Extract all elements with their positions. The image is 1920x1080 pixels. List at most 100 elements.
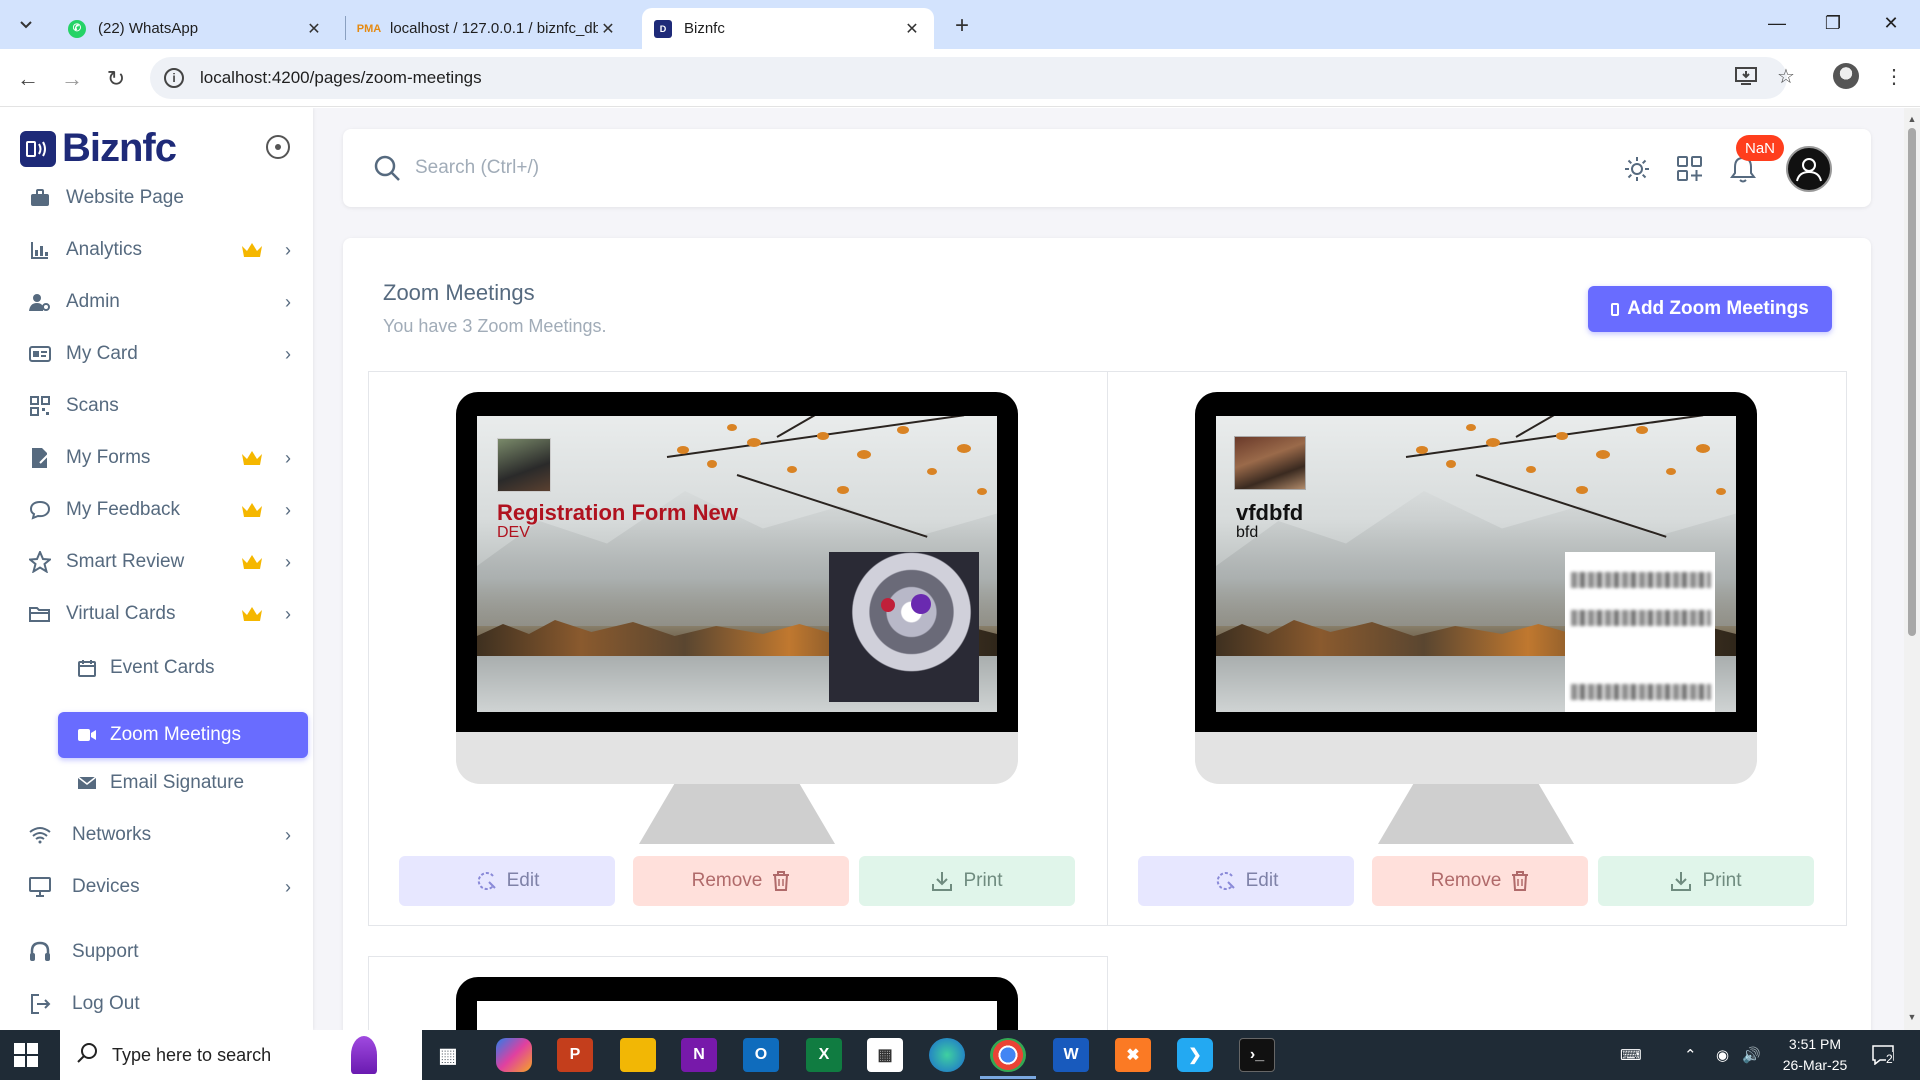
reload-icon: ↻ [106, 66, 126, 91]
sidebar-item-analytics[interactable]: Analytics › [28, 228, 298, 272]
sidebar-item-support[interactable]: Support [28, 930, 298, 974]
remove-button[interactable]: Remove [633, 856, 849, 906]
copilot-icon[interactable] [496, 1038, 532, 1072]
kebab-menu-icon[interactable]: ⋮ [1880, 62, 1908, 90]
sidebar-item-my-feedback[interactable]: My Feedback › [28, 488, 298, 532]
outlook-icon[interactable]: O [743, 1038, 779, 1072]
download-icon [931, 870, 953, 892]
keyboard-icon[interactable]: ⌨ [1620, 1030, 1642, 1080]
edit-button[interactable]: Edit [1138, 856, 1354, 906]
sidebar-item-networks[interactable]: Networks › [28, 813, 298, 857]
user-icon [1796, 158, 1822, 182]
plus-icon: + [954, 12, 969, 39]
page-title: Zoom Meetings [383, 280, 535, 305]
card-preview: vfdbfd bfd [1216, 416, 1736, 712]
taskbar-clock[interactable]: 3:51 PM 26-Mar-25 [1770, 1034, 1860, 1076]
meet-now-icon[interactable]: ◉ [1716, 1030, 1729, 1080]
bookmark-star-icon[interactable]: ☆ [1772, 62, 1800, 90]
sidebar-item-smart-review[interactable]: Smart Review › [28, 540, 298, 584]
word-icon[interactable]: W [1053, 1038, 1089, 1072]
sidebar-subitem-event-cards[interactable]: Event Cards [58, 645, 308, 691]
active-app-indicator [980, 1076, 1036, 1079]
scrollbar-thumb[interactable] [1908, 128, 1916, 636]
site-info-icon[interactable]: i [164, 68, 184, 88]
chat-icon [28, 498, 52, 522]
print-button[interactable]: Print [1598, 856, 1814, 906]
sidebar-item-my-card[interactable]: My Card › [28, 332, 298, 376]
file-explorer-icon[interactable] [620, 1038, 656, 1072]
windows-start-icon[interactable] [14, 1043, 38, 1067]
reload-button[interactable]: ↻ [100, 63, 132, 95]
user-avatar[interactable] [1786, 146, 1832, 192]
chevron-right-icon: › [285, 291, 291, 312]
sidebar-item-devices[interactable]: Devices › [28, 865, 298, 909]
shortcuts-grid-icon[interactable] [1674, 153, 1706, 185]
close-icon[interactable]: ✕ [598, 19, 618, 39]
scroll-down-icon[interactable]: ▼ [1906, 1012, 1918, 1024]
restore-button[interactable]: ❐ [1808, 8, 1858, 38]
onenote-icon[interactable]: N [681, 1038, 717, 1072]
microsoft-store-icon[interactable]: ▦ [867, 1038, 903, 1072]
close-icon[interactable]: ✕ [902, 19, 922, 39]
scroll-up-icon[interactable]: ▲ [1906, 114, 1918, 126]
brand-logo[interactable]: Biznfc [20, 126, 177, 171]
print-label: Print [963, 870, 1003, 891]
sidebar-item-label: Devices [72, 876, 140, 897]
whatsapp-icon: ✆ [68, 19, 86, 38]
task-view-icon[interactable]: ▦ [430, 1038, 466, 1072]
search-input[interactable] [415, 151, 1115, 185]
card-icon [28, 342, 52, 366]
tray-chevron-icon[interactable]: ⌃ [1684, 1030, 1697, 1080]
print-button[interactable]: Print [859, 856, 1075, 906]
sidebar-item-label: Log Out [72, 993, 140, 1014]
edge-icon[interactable] [929, 1038, 965, 1072]
biznfc-icon: D [654, 19, 672, 38]
close-icon[interactable]: ✕ [304, 19, 324, 39]
zoom-card [368, 956, 1108, 1030]
nfc-logo-icon [20, 130, 56, 167]
install-app-icon[interactable] [1732, 62, 1760, 90]
taskbar-search[interactable]: Type here to search [60, 1030, 422, 1080]
profile-avatar[interactable] [1832, 62, 1860, 90]
crown-icon [240, 550, 264, 574]
remove-button[interactable]: Remove [1372, 856, 1588, 906]
card-role: bfd [1236, 524, 1259, 541]
vscode-icon[interactable]: ❯ [1177, 1038, 1213, 1072]
tab-biznfc[interactable]: D Biznfc ✕ [642, 8, 934, 49]
excel-icon[interactable]: X [806, 1038, 842, 1072]
card-name: Registration Form New [497, 500, 738, 525]
sidebar-toggle-icon[interactable] [266, 135, 290, 159]
chevron-right-icon: › [285, 603, 291, 624]
back-button[interactable]: ← [12, 63, 44, 95]
close-window-button[interactable]: ✕ [1866, 8, 1916, 38]
sidebar-item-my-forms[interactable]: My Forms › [28, 436, 298, 480]
tab-phpmyadmin[interactable]: PMA localhost / 127.0.0.1 / biznfc_db ✕ [348, 8, 630, 49]
arrow-right-icon: → [61, 66, 83, 91]
sidebar-subitem-zoom-meetings[interactable]: Zoom Meetings [58, 712, 308, 758]
omnibox[interactable]: i localhost:4200/pages/zoom-meetings [150, 57, 1787, 99]
new-tab-button[interactable]: + [948, 12, 976, 40]
minimize-button[interactable]: — [1752, 8, 1802, 38]
theme-toggle-icon[interactable] [1621, 153, 1653, 185]
xampp-icon[interactable]: ✖ [1115, 1038, 1151, 1072]
powerpoint-icon[interactable]: P [557, 1038, 593, 1072]
add-zoom-meetings-button[interactable]: Add Zoom Meetings [1588, 286, 1832, 332]
tab-search-button[interactable] [12, 12, 40, 36]
sidebar-item-admin[interactable]: Admin › [28, 280, 298, 324]
action-center-icon[interactable]: 2 [1868, 1030, 1898, 1080]
forward-button[interactable]: → [56, 63, 88, 95]
terminal-icon[interactable]: ›_ [1239, 1038, 1275, 1072]
sidebar-item-logout[interactable]: Log Out [28, 982, 298, 1026]
edit-button[interactable]: Edit [399, 856, 615, 906]
volume-icon[interactable]: 🔊 [1742, 1030, 1761, 1080]
sidebar-subitem-email-signature[interactable]: Email Signature [58, 760, 308, 806]
sidebar-item-website-page[interactable]: Website Page [28, 176, 298, 220]
url-text[interactable]: localhost:4200/pages/zoom-meetings [200, 68, 482, 88]
tab-whatsapp[interactable]: ✆ (22) WhatsApp ✕ [56, 8, 336, 49]
sidebar-item-virtual-cards[interactable]: Virtual Cards › [28, 592, 298, 636]
chevron-right-icon: › [285, 239, 291, 260]
tab-title: Biznfc [684, 20, 725, 37]
chrome-icon[interactable] [990, 1038, 1026, 1072]
analytics-icon [28, 238, 52, 262]
sidebar-item-scans[interactable]: Scans [28, 384, 298, 428]
